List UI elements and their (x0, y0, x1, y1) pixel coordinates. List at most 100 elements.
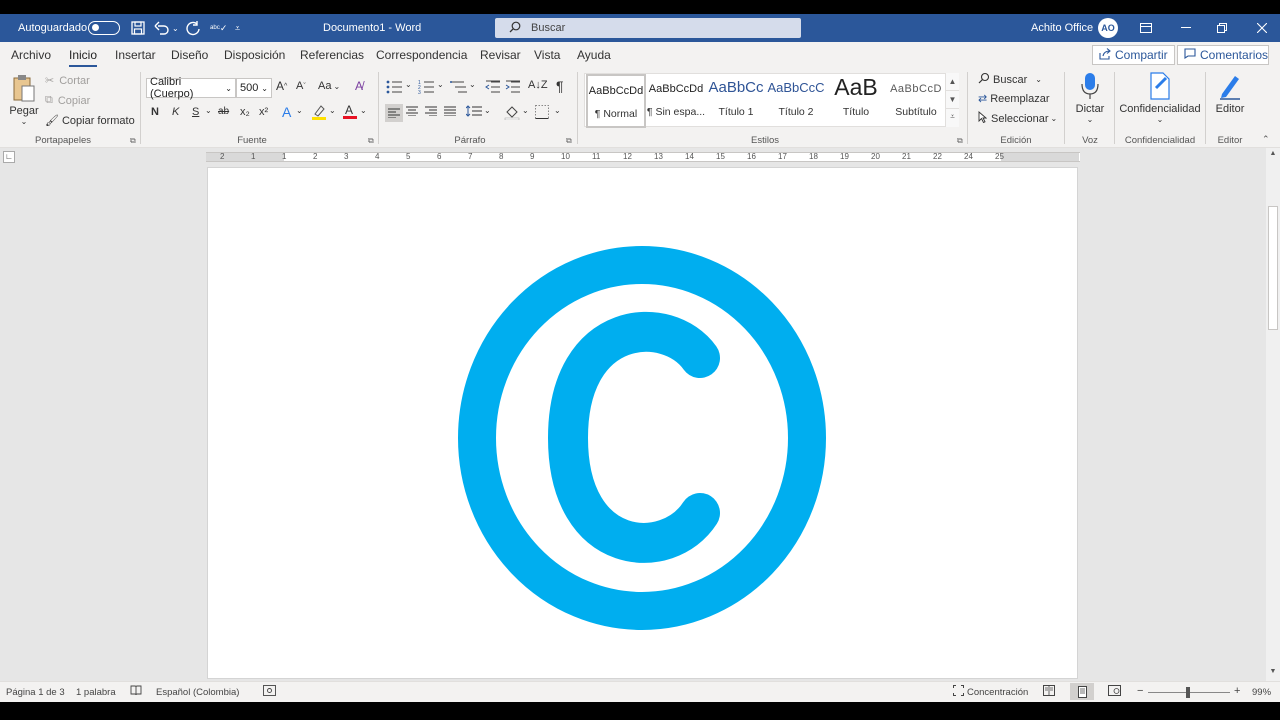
align-left-icon[interactable] (385, 104, 403, 122)
cut-button[interactable]: ✂ Cortar (45, 74, 90, 88)
chevron-down-icon[interactable]: ⌄ (329, 106, 336, 115)
tab-disposicion[interactable]: Disposición (224, 48, 285, 62)
font-launcher-icon[interactable]: ⧉ (368, 136, 374, 146)
focus-icon[interactable] (953, 685, 964, 699)
chevron-down-icon[interactable]: ⌄ (469, 80, 476, 89)
redo-icon[interactable] (185, 14, 201, 42)
highlight-icon[interactable] (311, 104, 327, 120)
justify-icon[interactable] (444, 106, 456, 116)
italic-button[interactable]: K (172, 106, 179, 118)
comments-button[interactable]: Comentarios (1177, 45, 1269, 65)
paste-button[interactable]: Pegar ⌄ (8, 74, 40, 126)
subscript-button[interactable]: x₂ (240, 106, 250, 118)
chevron-down-icon[interactable]: ⌄ (296, 106, 303, 115)
chevron-down-icon[interactable]: ⌄ (437, 80, 444, 89)
tab-archivo[interactable]: Archivo (11, 48, 51, 62)
styles-more-icon[interactable]: ⩡ (946, 109, 959, 125)
scroll-down-icon[interactable]: ▼ (1266, 668, 1280, 680)
focus-mode-label[interactable]: Concentración (967, 687, 1028, 698)
chevron-down-icon[interactable]: ⌄ (484, 106, 491, 115)
format-painter-button[interactable]: 🖌 Copiar formato (45, 114, 135, 128)
increase-indent-icon[interactable] (505, 80, 521, 94)
scroll-thumb[interactable] (1268, 206, 1278, 330)
style-heading-2[interactable]: AaBbCcC Título 2 (766, 74, 826, 128)
select-button[interactable]: Seleccionar ⌄ (978, 111, 1057, 126)
numbering-icon[interactable]: 123 (418, 80, 436, 94)
avatar[interactable]: AO (1098, 18, 1118, 38)
borders-icon[interactable] (535, 105, 549, 119)
superscript-button[interactable]: x² (259, 106, 268, 118)
font-size-select[interactable]: 500 ⌄ (236, 78, 272, 98)
chevron-down-icon[interactable]: ⌄ (554, 106, 561, 115)
shrink-font-icon[interactable]: Aˇ (296, 80, 306, 92)
spelling-icon[interactable]: ᵃᵇᶜ✓ (210, 14, 227, 42)
paragraph-launcher-icon[interactable]: ⧉ (566, 136, 572, 146)
tab-inicio[interactable]: Inicio (69, 48, 98, 67)
search-box[interactable]: Buscar (495, 18, 801, 38)
chevron-down-icon[interactable]: ⌄ (522, 106, 529, 115)
align-right-icon[interactable] (425, 106, 437, 116)
underline-button[interactable]: S (192, 106, 199, 118)
underline-dropdown-icon[interactable]: ⌄ (205, 106, 212, 115)
bullets-icon[interactable] (386, 80, 404, 94)
clipboard-launcher-icon[interactable]: ⧉ (130, 136, 136, 146)
tab-selector[interactable]: ∟ (3, 151, 15, 163)
scroll-up-icon[interactable]: ▲ (1266, 150, 1280, 162)
find-button[interactable]: Buscar ⌄ (978, 72, 1042, 87)
grow-font-icon[interactable]: A ^ (276, 79, 287, 93)
chevron-down-icon[interactable]: ⌄ (405, 80, 412, 89)
zoom-in-button[interactable]: + (1234, 685, 1240, 697)
tab-diseno[interactable]: Diseño (171, 48, 208, 62)
multilevel-list-icon[interactable] (450, 80, 468, 94)
autosave-toggle[interactable] (88, 14, 120, 42)
dictate-button[interactable]: Dictar ⌄ (1070, 72, 1110, 124)
chevron-down-icon[interactable]: ▼ (946, 91, 959, 109)
show-formatting-marks-button[interactable]: ¶ (556, 78, 564, 94)
chevron-up-icon[interactable]: ▲ (946, 73, 959, 91)
style-no-spacing[interactable]: AaBbCcDd ¶ Sin espa... (646, 74, 706, 128)
shading-icon[interactable] (504, 104, 520, 120)
read-mode-icon[interactable] (1043, 685, 1055, 699)
style-title[interactable]: AaB Título (826, 74, 886, 128)
undo-dropdown-icon[interactable]: ⌄ (172, 14, 179, 42)
decrease-indent-icon[interactable] (485, 80, 501, 94)
style-normal[interactable]: AaBbCcDd ¶ Normal (586, 74, 646, 128)
undo-icon[interactable] (154, 14, 170, 42)
strikethrough-button[interactable]: ab (218, 106, 229, 117)
document-page[interactable]: © (207, 167, 1078, 679)
change-case-button[interactable]: Aa ⌄ (318, 80, 340, 92)
font-color-icon[interactable]: A (343, 103, 357, 120)
line-spacing-icon[interactable] (466, 105, 482, 117)
horizontal-ruler[interactable]: 2 1 1 2 3 4 5 6 7 8 9 10 11 12 13 14 15 16 17 18 19 20 21 22 24 2… (206, 152, 1080, 162)
zoom-slider-thumb[interactable] (1186, 687, 1190, 698)
clear-formatting-icon[interactable]: A̸ (355, 79, 363, 93)
style-subtitle[interactable]: AaBbCcD Subtítulo (886, 74, 946, 128)
customize-toolbar-icon[interactable]: ⩡ (235, 14, 240, 42)
copy-button[interactable]: ⧉ Copiar (45, 94, 90, 107)
style-heading-1[interactable]: AaBbCc Título 1 (706, 74, 766, 128)
zoom-out-button[interactable]: − (1137, 685, 1143, 697)
text-effects-icon[interactable]: A (282, 104, 291, 120)
accessibility-icon[interactable] (263, 685, 276, 699)
vertical-scrollbar[interactable]: ▲ ▼ (1266, 148, 1280, 681)
sensitivity-button[interactable]: Confidencialidad ⌄ (1118, 72, 1202, 124)
minimize-icon[interactable] (1168, 14, 1204, 42)
save-icon[interactable] (131, 14, 145, 42)
tab-vista[interactable]: Vista (534, 48, 560, 62)
print-layout-icon[interactable] (1070, 683, 1094, 700)
tab-referencias[interactable]: Referencias (300, 48, 364, 62)
language[interactable]: Español (Colombia) (156, 687, 239, 698)
bold-button[interactable]: N (151, 106, 159, 118)
restore-icon[interactable] (1204, 14, 1240, 42)
sort-icon[interactable]: A↓Z (528, 79, 548, 91)
tab-ayuda[interactable]: Ayuda (577, 48, 611, 62)
page-count[interactable]: Página 1 de 3 (6, 687, 65, 698)
share-button[interactable]: Compartir (1092, 45, 1175, 65)
paste-dropdown-icon[interactable]: ⌄ (8, 117, 40, 126)
replace-button[interactable]: ⇄ Reemplazar (978, 92, 1050, 106)
ribbon-display-options-icon[interactable] (1128, 14, 1164, 42)
tab-revisar[interactable]: Revisar (480, 48, 521, 62)
close-icon[interactable] (1244, 14, 1280, 42)
tab-insertar[interactable]: Insertar (115, 48, 156, 62)
proofing-icon[interactable] (130, 685, 142, 699)
